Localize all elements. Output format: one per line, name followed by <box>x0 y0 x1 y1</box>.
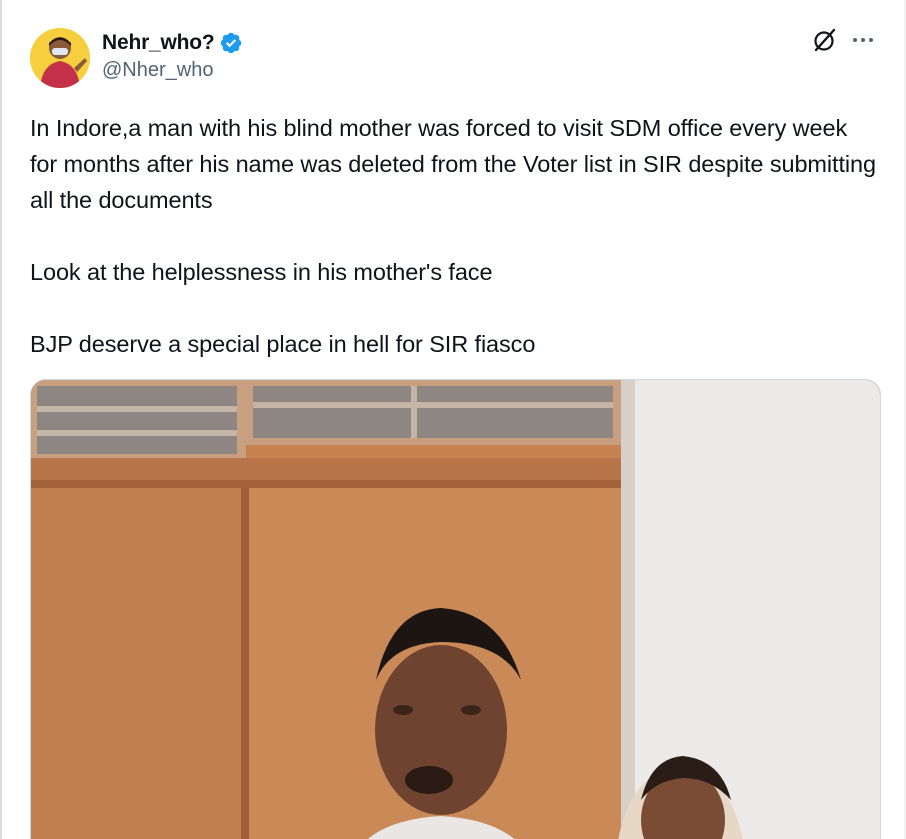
verified-badge-icon <box>220 32 241 54</box>
header-actions <box>812 27 876 53</box>
video-frame-image <box>31 380 880 839</box>
tweet-paragraph: BJP deserve a special place in hell for … <box>30 331 536 357</box>
tweet-view: Nehr_who? @Nher_who In Indore,a man with… <box>0 0 906 839</box>
tweet-paragraph: Look at the helplessness in his mother's… <box>30 259 493 285</box>
more-icon[interactable] <box>850 27 876 53</box>
author-names: Nehr_who? @Nher_who <box>102 29 243 82</box>
name-row: Nehr_who? <box>102 29 243 57</box>
video-thumbnail[interactable] <box>30 379 881 839</box>
tweet-header: Nehr_who? @Nher_who <box>30 25 880 89</box>
grok-icon[interactable] <box>812 27 838 53</box>
tweet-text: In Indore,a man with his blind mother wa… <box>30 110 880 362</box>
avatar-photo-icon <box>30 28 90 88</box>
tweet-paragraph: In Indore,a man with his blind mother wa… <box>30 115 876 213</box>
avatar[interactable] <box>30 28 90 88</box>
timeline-divider <box>0 0 2 839</box>
author-handle[interactable]: @Nher_who <box>102 59 243 82</box>
display-name[interactable]: Nehr_who? <box>102 31 215 55</box>
